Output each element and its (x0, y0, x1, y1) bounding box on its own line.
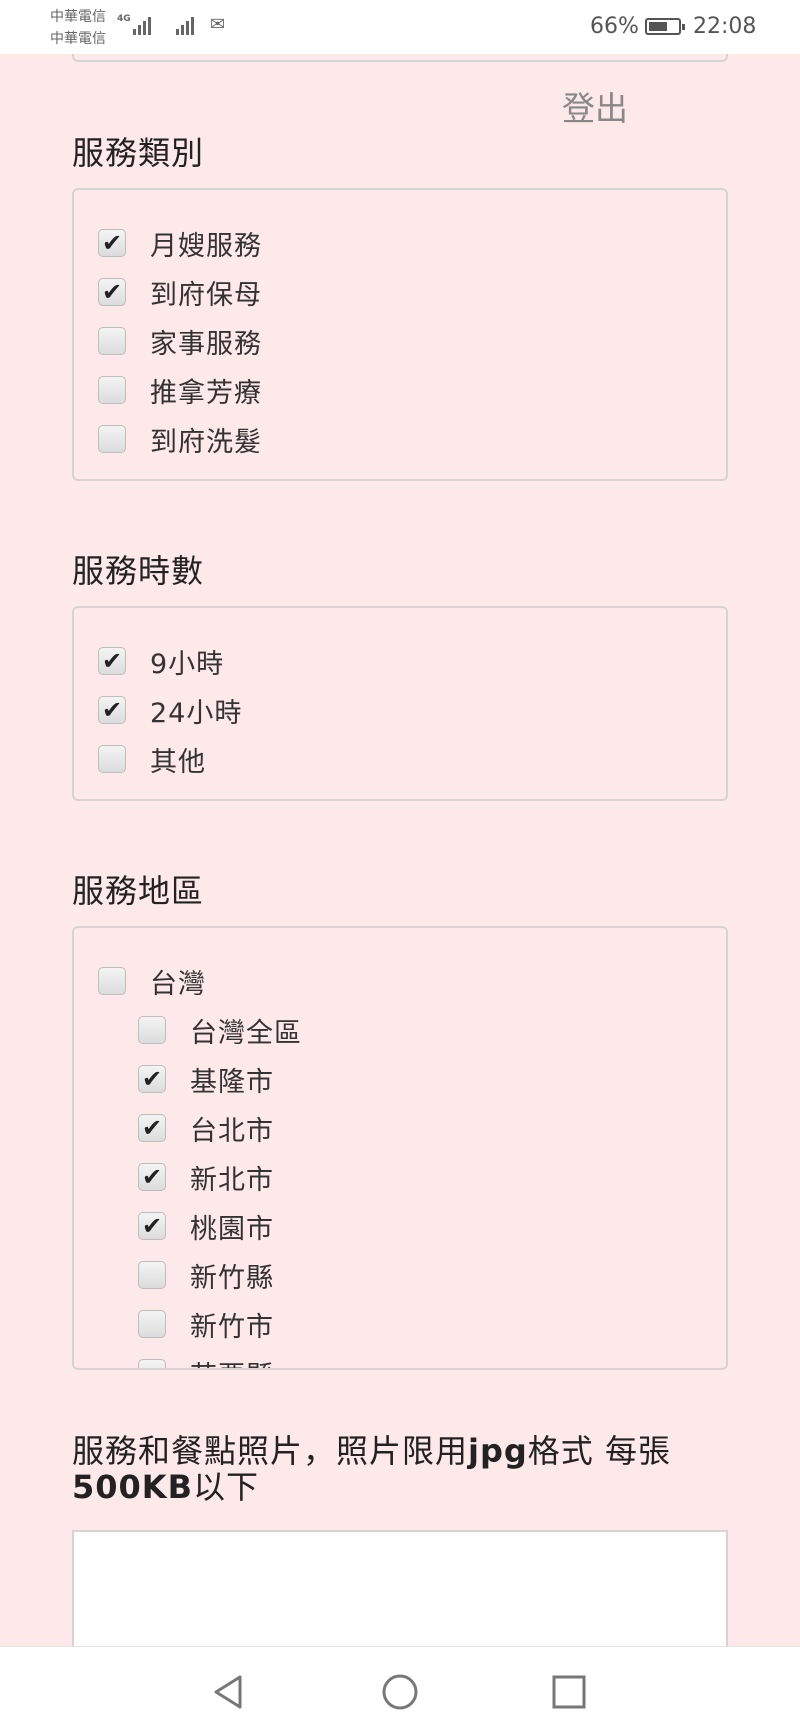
checkmark-icon: ✔ (141, 1114, 163, 1142)
checkbox-unchecked[interactable] (138, 1359, 166, 1368)
home-icon[interactable] (381, 1673, 419, 1711)
option-label: 苗栗縣 (190, 1354, 274, 1369)
checkbox-unchecked[interactable] (98, 745, 126, 773)
battery-icon (645, 18, 685, 35)
checkbox-checked[interactable]: ✔ (98, 647, 126, 675)
photo-title-text: 服務和餐點照片，照片限用 (72, 1432, 469, 1470)
checkbox-option[interactable]: ✔ 9小時 (98, 641, 224, 681)
checkmark-icon: ✔ (101, 647, 123, 675)
checkbox-checked[interactable]: ✔ (98, 229, 126, 257)
checkbox-option[interactable]: 推拿芳療 (98, 370, 262, 410)
clock: 22:08 (693, 14, 757, 39)
option-label: 台灣 (150, 968, 206, 1000)
checkbox-option[interactable]: 家事服務 (98, 321, 262, 361)
carrier-label-1: 中華電信 (50, 9, 106, 25)
checkbox-checked[interactable]: ✔ (98, 278, 126, 306)
section-title-service-hours: 服務時數 (72, 552, 205, 590)
option-label: 其他 (150, 746, 206, 778)
network-type: 4G (117, 14, 131, 24)
logout-link[interactable]: 登出 (562, 82, 628, 130)
option-label: 9小時 (150, 648, 225, 680)
option-label: 24小時 (150, 697, 243, 729)
checkbox-unchecked[interactable] (98, 376, 126, 404)
checkbox-unchecked[interactable] (138, 1261, 166, 1289)
checkbox-option[interactable]: 台灣全區 (138, 1010, 302, 1050)
carrier-label-2: 中華電信 (50, 31, 106, 47)
checkbox-unchecked[interactable] (98, 327, 126, 355)
photo-title-format: jpg (468, 1432, 528, 1470)
option-label: 家事服務 (150, 328, 262, 360)
photo-upload-area[interactable] (72, 1530, 728, 1650)
recents-icon[interactable] (550, 1673, 588, 1711)
photo-section-title: 服務和餐點照片，照片限用jpg格式 每張 500KB以下 (72, 1433, 732, 1505)
checkbox-checked[interactable]: ✔ (98, 696, 126, 724)
signal-icon (176, 13, 194, 35)
checkmark-icon: ✔ (141, 1163, 163, 1191)
checkmark-icon: ✔ (101, 278, 123, 306)
photo-title-text: 以下 (192, 1468, 259, 1506)
checkbox-checked[interactable]: ✔ (138, 1114, 166, 1142)
checkbox-option[interactable]: ✔ 24小時 (98, 690, 242, 730)
checkmark-icon: ✔ (141, 1065, 163, 1093)
option-label: 基隆市 (190, 1066, 274, 1098)
checkbox-unchecked[interactable] (138, 1016, 166, 1044)
option-label: 推拿芳療 (150, 377, 262, 409)
option-label: 台北市 (190, 1115, 274, 1147)
mail-icon: ✉ (210, 14, 226, 35)
checkbox-option[interactable]: ✔ 桃園市 (138, 1206, 274, 1246)
checkbox-unchecked[interactable] (98, 967, 126, 995)
option-label: 新竹市 (190, 1311, 274, 1343)
navigation-bar (0, 1646, 800, 1734)
checkbox-option[interactable]: ✔ 台北市 (138, 1108, 274, 1148)
option-label: 到府洗髮 (150, 426, 262, 458)
checkbox-checked[interactable]: ✔ (138, 1163, 166, 1191)
section-title-service-region: 服務地區 (72, 872, 205, 910)
service-hours-box: ✔ 9小時 ✔ 24小時其他 (72, 606, 728, 801)
checkbox-option[interactable]: 新竹市 (138, 1304, 274, 1344)
back-icon[interactable] (210, 1673, 248, 1711)
option-label: 桃園市 (190, 1213, 274, 1245)
checkbox-option[interactable]: ✔ 基隆市 (138, 1059, 274, 1099)
checkbox-unchecked[interactable] (98, 425, 126, 453)
option-label: 到府保母 (150, 279, 262, 311)
photo-title-text: 格式 每張 (527, 1432, 671, 1470)
checkmark-icon: ✔ (101, 229, 123, 257)
option-label: 新竹縣 (190, 1262, 274, 1294)
checkbox-unchecked[interactable] (138, 1310, 166, 1338)
checkbox-option[interactable]: 到府洗髮 (98, 419, 262, 459)
section-title-service-category: 服務類別 (72, 134, 205, 172)
checkbox-option[interactable]: ✔ 新北市 (138, 1157, 274, 1197)
service-region-box[interactable]: 台灣台灣全區 ✔ 基隆市 ✔ 台北市 ✔ 新北市 ✔ 桃園市新竹縣新竹市苗栗縣 (72, 926, 728, 1370)
service-category-box: ✔ 月嫂服務 ✔ 到府保母家事服務推拿芳療到府洗髮 (72, 188, 728, 481)
checkmark-icon: ✔ (141, 1212, 163, 1240)
status-bar: 中華電信 中華電信 4G ✉ 66% 22:08 (0, 0, 800, 54)
checkbox-checked[interactable]: ✔ (138, 1212, 166, 1240)
checkbox-checked[interactable]: ✔ (138, 1065, 166, 1093)
checkbox-option[interactable]: ✔ 到府保母 (98, 272, 262, 312)
photo-title-size: 500KB (72, 1468, 193, 1506)
option-label: 新北市 (190, 1164, 274, 1196)
battery-percent: 66% (590, 14, 639, 39)
checkbox-option[interactable]: 新竹縣 (138, 1255, 274, 1295)
option-label: 台灣全區 (190, 1017, 302, 1049)
checkbox-option[interactable]: 其他 (98, 739, 206, 779)
signal-icon (133, 13, 151, 35)
checkbox-option[interactable]: 苗栗縣 (138, 1353, 274, 1369)
checkbox-option[interactable]: 台灣 (98, 961, 206, 1001)
option-label: 月嫂服務 (150, 230, 262, 262)
checkmark-icon: ✔ (101, 696, 123, 724)
checkbox-option[interactable]: ✔ 月嫂服務 (98, 223, 262, 263)
